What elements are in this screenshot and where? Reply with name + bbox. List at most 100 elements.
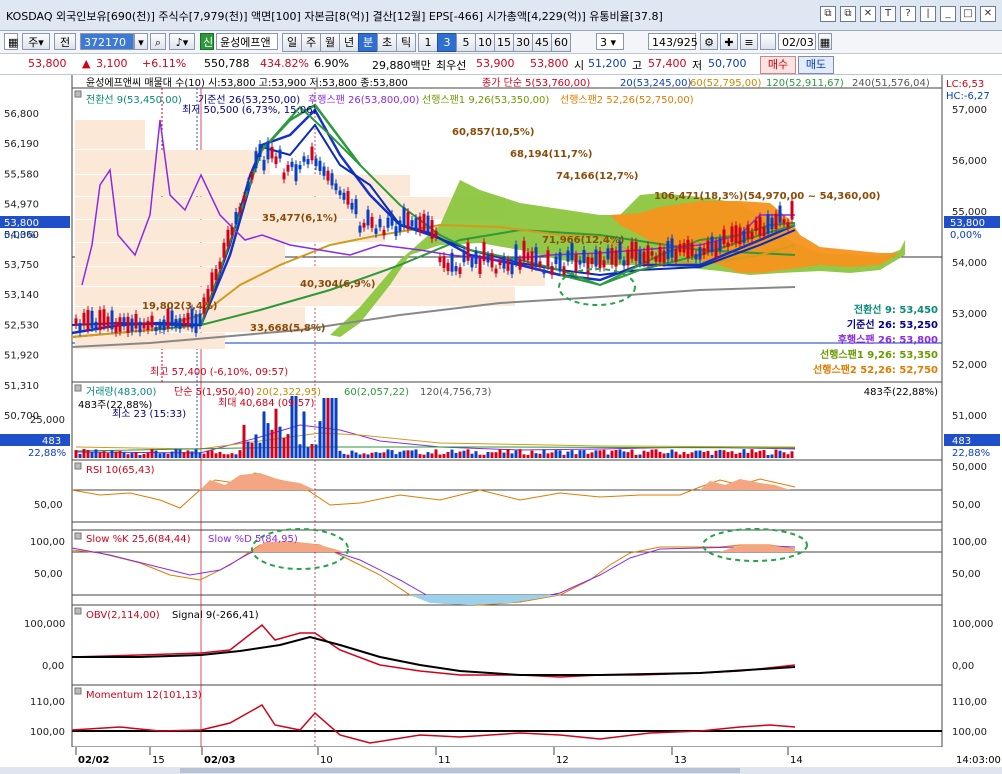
volume-profile-bar bbox=[75, 287, 515, 306]
candle-body bbox=[354, 199, 358, 215]
volume-bar bbox=[254, 434, 258, 458]
period-button-2[interactable]: 월 bbox=[320, 33, 340, 52]
volume-bar bbox=[566, 451, 570, 458]
candle-body bbox=[306, 159, 310, 165]
code-input[interactable]: 372170 bbox=[80, 33, 134, 50]
stoch-tick-right: 100,00 bbox=[952, 537, 987, 548]
window-icon[interactable]: □ bbox=[960, 6, 976, 22]
candle-body bbox=[658, 246, 662, 263]
candle-body bbox=[578, 260, 582, 265]
candle-body bbox=[762, 226, 766, 237]
checkbox[interactable] bbox=[760, 33, 776, 50]
candle-body bbox=[474, 250, 478, 264]
sound-icon[interactable]: ♪▾ bbox=[169, 33, 195, 50]
volume-bar bbox=[86, 450, 90, 458]
candle-body bbox=[506, 259, 510, 271]
panel-handle-icon[interactable] bbox=[74, 90, 82, 98]
page-display: 143/925 bbox=[648, 33, 698, 50]
interval-button-1[interactable]: 3 bbox=[437, 33, 457, 52]
interval-button-4[interactable]: 15 bbox=[494, 33, 514, 52]
candle-body bbox=[102, 309, 106, 327]
candle-body bbox=[134, 313, 138, 329]
panel-handle-icon[interactable] bbox=[74, 607, 82, 615]
period-button-6[interactable]: 틱 bbox=[396, 33, 416, 52]
search-icon[interactable]: ⌕ bbox=[150, 33, 166, 50]
interval-button-7[interactable]: 60 bbox=[551, 33, 571, 52]
period-button-5[interactable]: 초 bbox=[377, 33, 397, 52]
lc-label: LC:6,53 bbox=[946, 79, 984, 90]
candle-body bbox=[638, 250, 642, 264]
candle-body bbox=[142, 322, 146, 329]
period-button-0[interactable]: 일 bbox=[282, 33, 302, 52]
list-icon[interactable]: ≡ bbox=[740, 33, 758, 50]
scrollbar-thumb[interactable] bbox=[180, 768, 740, 773]
interval-button-6[interactable]: 45 bbox=[532, 33, 552, 52]
volume-bar bbox=[690, 452, 694, 458]
volume-bar bbox=[630, 449, 634, 458]
open-price: 51,200 bbox=[588, 57, 627, 70]
volume-bar bbox=[590, 452, 594, 458]
volume-bar bbox=[626, 452, 630, 458]
period-button-3[interactable]: 년 bbox=[339, 33, 359, 52]
candle-body bbox=[646, 245, 650, 264]
volume-bar bbox=[386, 449, 390, 458]
momentum-tick-right: 100,00 bbox=[952, 727, 987, 738]
volume-bar bbox=[710, 454, 714, 458]
interval-button-3[interactable]: 10 bbox=[475, 33, 495, 52]
count-select[interactable]: 3 ▾ bbox=[596, 33, 624, 50]
volume-bar bbox=[766, 454, 770, 458]
candle-body bbox=[298, 164, 302, 170]
volume-bar bbox=[610, 450, 614, 458]
vp-label: 60,857(10,5%) bbox=[452, 127, 534, 138]
code-dropdown-icon[interactable]: ▾ bbox=[134, 33, 148, 50]
help-icon[interactable]: ? bbox=[900, 6, 916, 22]
date-input[interactable]: 02/03 bbox=[778, 33, 816, 50]
tenkan-legend: 전환선 9(53,450,00) bbox=[86, 94, 182, 106]
text-icon[interactable]: T bbox=[880, 6, 896, 22]
volume-bar bbox=[582, 450, 586, 458]
period-button-4[interactable]: 분 bbox=[358, 33, 378, 52]
restore-icon[interactable]: ⧉ bbox=[820, 6, 836, 22]
volume-bar bbox=[750, 449, 754, 458]
high-label: 고 bbox=[632, 59, 643, 72]
panel-handle-icon[interactable] bbox=[74, 687, 82, 695]
candle-body bbox=[106, 316, 110, 328]
vol-ma-legend: 단순 5(1,950,40) bbox=[174, 386, 254, 398]
prefix-button[interactable]: 전 bbox=[54, 33, 76, 50]
volume-bar bbox=[194, 449, 198, 458]
stock-chart[interactable]: 윤성에프앤씨 매물대 수(10) 시:53,800 고:53,900 저:53,… bbox=[0, 75, 1002, 774]
volume-bar bbox=[534, 453, 538, 458]
volume-bar bbox=[402, 450, 406, 458]
sell-button[interactable]: 매도 bbox=[798, 56, 834, 74]
period-button-1[interactable]: 주 bbox=[301, 33, 321, 52]
panel-handle-icon[interactable] bbox=[74, 532, 82, 540]
close-icon[interactable]: ✕ bbox=[860, 6, 876, 22]
buy-button[interactable]: 매수 bbox=[760, 56, 796, 74]
close-x-icon[interactable]: ✕ bbox=[980, 6, 996, 22]
candle-body bbox=[502, 256, 506, 269]
candle-body bbox=[694, 254, 698, 260]
volume-bar bbox=[302, 411, 306, 458]
candle-body bbox=[586, 256, 590, 275]
layout-icon[interactable]: ▦ bbox=[4, 33, 18, 50]
bars-icon[interactable]: | bbox=[920, 6, 936, 22]
volume-bar bbox=[594, 450, 598, 458]
calendar-icon[interactable]: ▦ bbox=[818, 33, 832, 50]
candle-body bbox=[82, 312, 86, 326]
panel-handle-icon[interactable] bbox=[74, 384, 82, 392]
crosshair-icon[interactable]: ✚ bbox=[720, 33, 738, 50]
minimize-icon[interactable]: _ bbox=[940, 6, 956, 22]
hc-label: HC:-6,27 bbox=[946, 91, 990, 102]
interval-button-5[interactable]: 30 bbox=[513, 33, 533, 52]
copy-icon[interactable]: ⧉ bbox=[840, 6, 856, 22]
type-select[interactable]: 주▾ bbox=[22, 33, 50, 50]
settings-icon[interactable]: ⚙ bbox=[700, 33, 718, 50]
interval-button-2[interactable]: 5 bbox=[456, 33, 476, 52]
volume-bar bbox=[634, 454, 638, 458]
current-pct-right: 0,00% bbox=[950, 230, 982, 241]
volume-bar bbox=[98, 452, 102, 458]
interval-button-0[interactable]: 1 bbox=[418, 33, 438, 52]
volume-bar bbox=[406, 450, 410, 458]
candle-body bbox=[538, 261, 542, 268]
panel-handle-icon[interactable] bbox=[74, 462, 82, 470]
